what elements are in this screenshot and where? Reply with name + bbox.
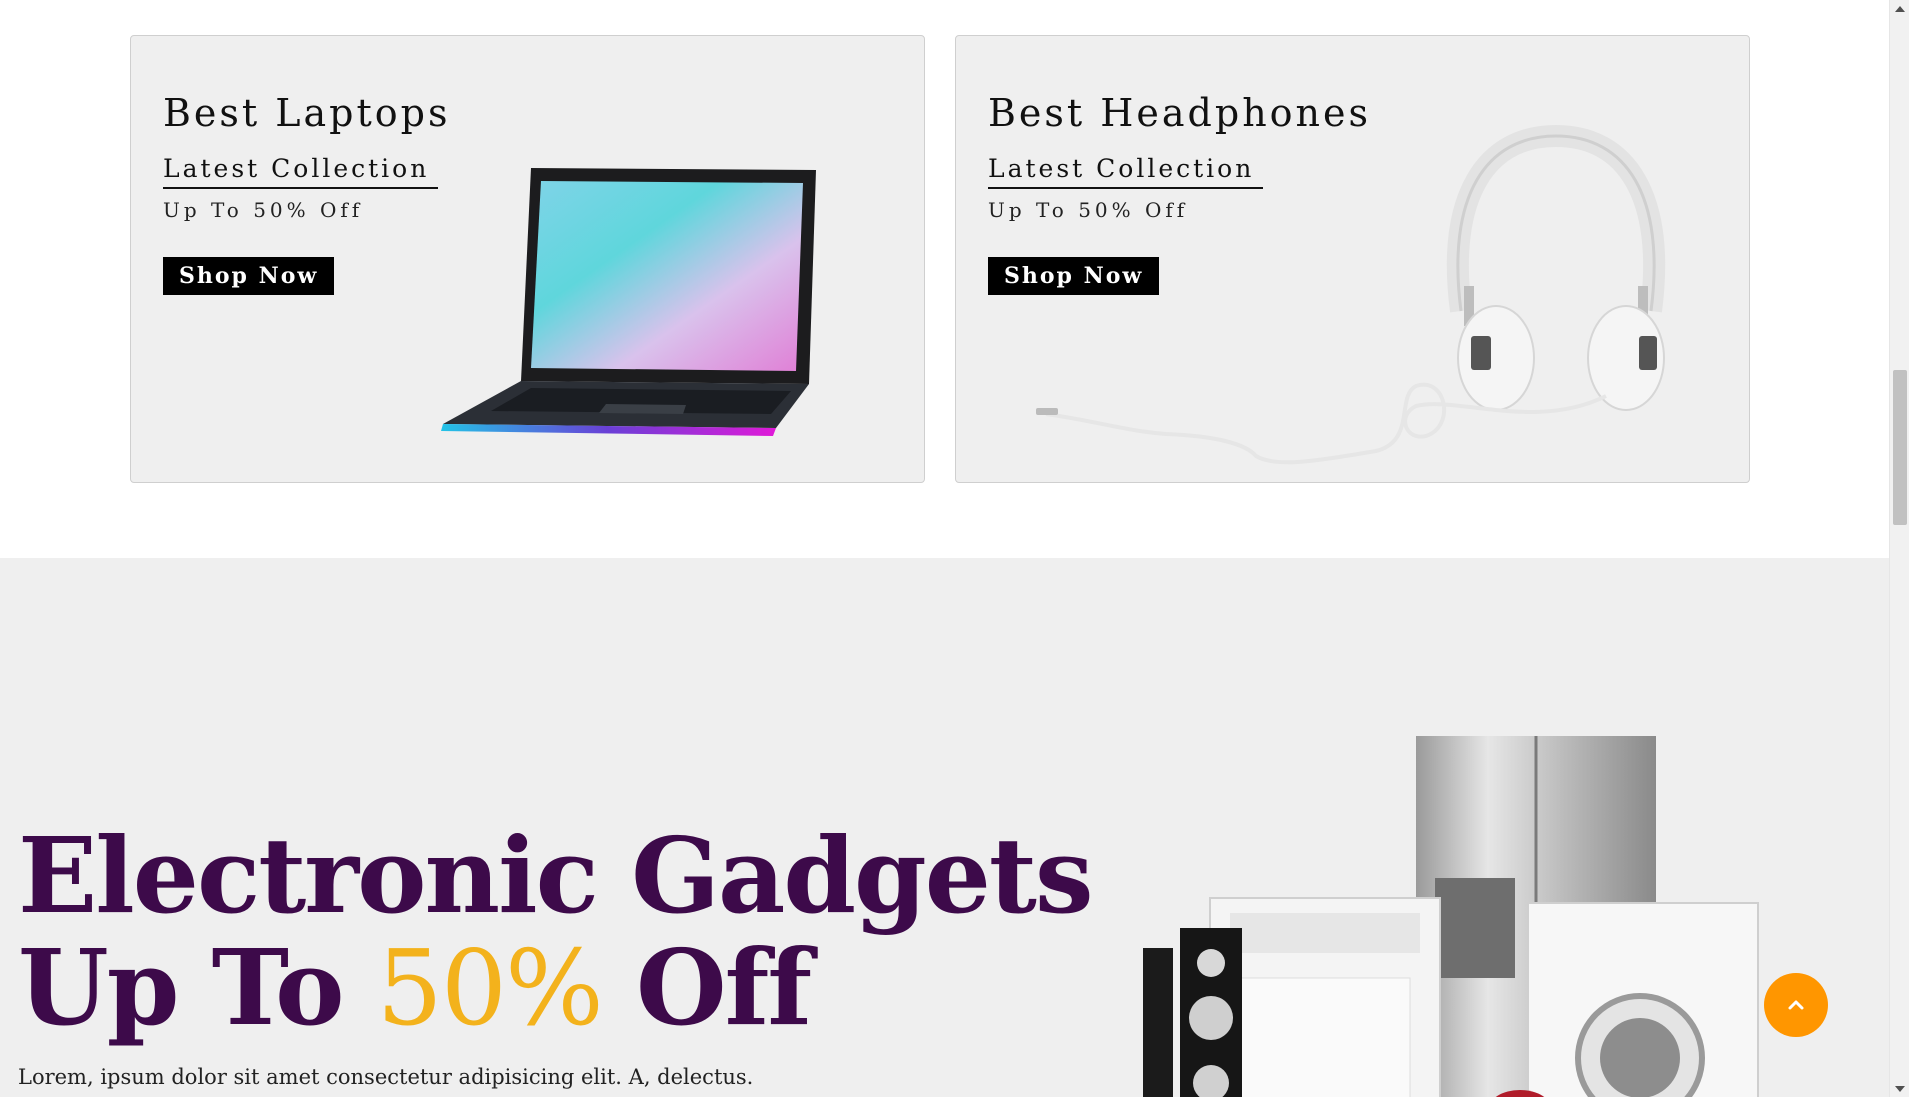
hero-title-line2-prefix: Up To: [18, 926, 377, 1049]
page-viewport: Best Laptops Latest Collection Up To 50%…: [0, 0, 1889, 1097]
home-appliances-image: [1143, 736, 1759, 1097]
hero-title-accent: 50%: [376, 927, 604, 1049]
scrollbar-thumb[interactable]: [1893, 370, 1907, 525]
hero-title: Electronic Gadgets Up To 50% Off: [18, 820, 1094, 1045]
headphones-image: [1036, 124, 1666, 465]
scroll-up-arrow-icon[interactable]: [1890, 0, 1909, 17]
card-subtitle: Latest Collection: [163, 154, 438, 189]
laptop-image: [441, 168, 816, 436]
promo-card-headphones: Best Headphones Latest Collection Up To …: [955, 35, 1750, 483]
scroll-to-top-button[interactable]: [1764, 973, 1828, 1037]
shop-now-button[interactable]: Shop Now: [163, 257, 335, 295]
hero-title-line2-suffix: Off: [601, 926, 812, 1049]
promo-card-laptops: Best Laptops Latest Collection Up To 50%…: [130, 35, 925, 483]
scroll-down-arrow-icon[interactable]: [1890, 1080, 1909, 1097]
card-offer: Up To 50% Off: [163, 198, 364, 222]
hero-title-line1: Electronic Gadgets: [18, 814, 1094, 937]
vertical-scrollbar[interactable]: [1889, 0, 1909, 1097]
hero-banner: Electronic Gadgets Up To 50% Off Lorem, …: [0, 558, 1889, 1097]
chevron-up-icon: [1788, 1000, 1804, 1010]
hero-description: Lorem, ipsum dolor sit amet consectetur …: [18, 1065, 754, 1089]
card-title: Best Laptops: [163, 91, 451, 135]
